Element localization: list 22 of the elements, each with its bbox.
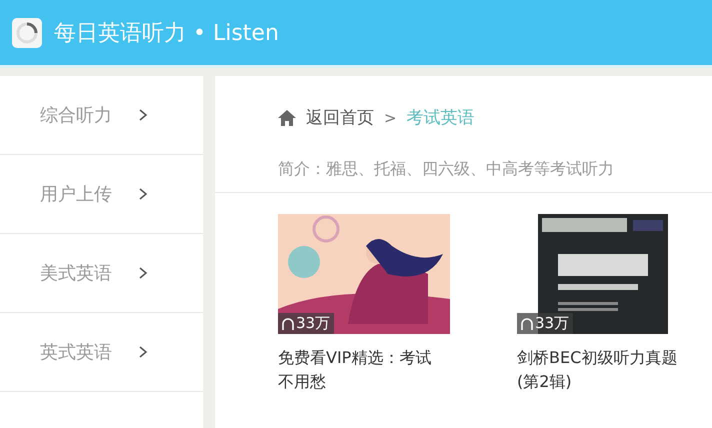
cover-image[interactable]: 33万 (278, 214, 450, 334)
home-icon (278, 110, 296, 126)
app-logo-icon (12, 18, 42, 48)
headphones-icon (521, 318, 533, 330)
chevron-right-icon (138, 108, 148, 122)
sidebar-item-label: 美式英语 (40, 262, 112, 285)
current-category: 考试英语 (406, 107, 475, 129)
app-title: 每日英语听力 • Listen (54, 20, 279, 48)
category-intro: 简介：雅思、托福、四六级、中高考等考试听力 (278, 159, 615, 180)
sidebar-item-label: 英式英语 (40, 341, 112, 364)
album-title[interactable]: 免费看VIP精选：考试不用愁 (278, 346, 442, 394)
headphones-icon (282, 318, 294, 330)
chevron-right-icon (138, 187, 148, 201)
play-count-text: 33万 (535, 314, 570, 333)
album-title[interactable]: 剑桥BEC初级听力真题 (第2辑) (517, 346, 681, 394)
sidebar-item-label: 用户上传 (40, 183, 112, 206)
sidebar-item-label: 综合听力 (40, 104, 112, 127)
home-link[interactable]: 返回首页 (306, 106, 374, 129)
breadcrumb-separator: > (384, 108, 397, 126)
chevron-right-icon (138, 345, 148, 359)
chevron-right-icon (138, 266, 148, 280)
play-count-text: 33万 (296, 314, 330, 333)
